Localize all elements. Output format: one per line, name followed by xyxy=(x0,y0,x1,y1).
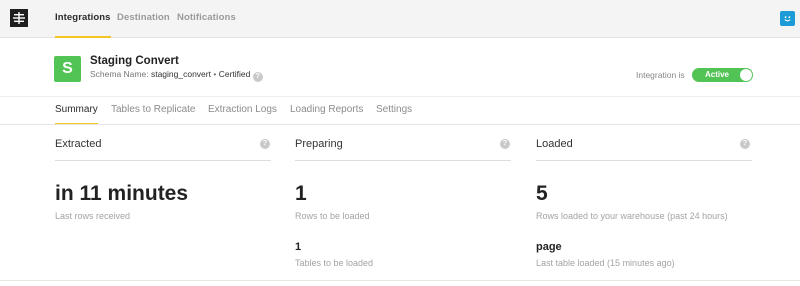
certified-label: Certified xyxy=(218,69,251,79)
tab-tables-to-replicate[interactable]: Tables to Replicate xyxy=(111,104,196,125)
integration-title: Staging Convert xyxy=(90,55,179,67)
preparing-panel-title: Preparing xyxy=(295,138,343,150)
tab-summary[interactable]: Summary xyxy=(55,104,98,125)
loaded-panel-rule xyxy=(536,160,752,161)
app-logo-icon[interactable] xyxy=(10,9,28,27)
loaded-caption: Rows loaded to your warehouse (past 24 h… xyxy=(536,211,728,221)
nav-tab-notifications[interactable]: Notifications xyxy=(177,0,236,38)
integration-icon: S xyxy=(54,56,81,82)
extracted-value: in 11 minutes xyxy=(55,182,189,205)
subtabs-divider xyxy=(0,124,800,125)
preparing-secondary-caption: Tables to be loaded xyxy=(295,258,374,268)
preparing-panel-rule xyxy=(295,160,511,161)
toggle-knob xyxy=(740,69,752,81)
loaded-value: 5 xyxy=(536,182,548,205)
schema-value: staging_convert xyxy=(150,69,211,79)
nav-tab-integrations[interactable]: Integrations xyxy=(55,0,111,38)
question-icon[interactable]: ? xyxy=(500,139,510,149)
tab-extraction-logs[interactable]: Extraction Logs xyxy=(208,104,277,125)
integration-schema-line: Schema Name: staging_convert • Certified… xyxy=(90,69,263,82)
chat-help-button[interactable] xyxy=(780,11,795,26)
extracted-panel-rule xyxy=(55,160,271,161)
separator-dot: • xyxy=(213,69,217,79)
loaded-panel-title: Loaded xyxy=(536,138,573,150)
loaded-secondary-caption: Last table loaded (15 minutes ago) xyxy=(536,258,675,268)
loaded-secondary-value: page xyxy=(536,241,562,253)
preparing-caption: Rows to be loaded xyxy=(295,211,370,221)
tab-loading-reports[interactable]: Loading Reports xyxy=(290,104,363,125)
question-icon[interactable]: ? xyxy=(260,139,270,149)
toggle-label: Active xyxy=(704,70,729,79)
top-nav-bar: Integrations Destination Notifications xyxy=(0,0,800,38)
bottom-divider xyxy=(0,280,800,281)
integration-status-label: Integration is xyxy=(636,70,685,80)
nav-tab-destination[interactable]: Destination xyxy=(117,0,170,38)
extracted-panel-title: Extracted xyxy=(55,138,102,150)
question-icon[interactable]: ? xyxy=(252,72,263,82)
chat-help-icon xyxy=(784,16,791,22)
preparing-value: 1 xyxy=(295,182,307,205)
integration-active-toggle[interactable]: Active xyxy=(692,68,753,82)
schema-label: Schema Name: xyxy=(90,69,149,79)
question-icon[interactable]: ? xyxy=(740,139,750,149)
tab-settings[interactable]: Settings xyxy=(376,104,412,125)
subtabs-top-divider xyxy=(0,96,800,97)
extracted-caption: Last rows received xyxy=(55,211,131,221)
preparing-secondary-value: 1 xyxy=(295,241,302,253)
